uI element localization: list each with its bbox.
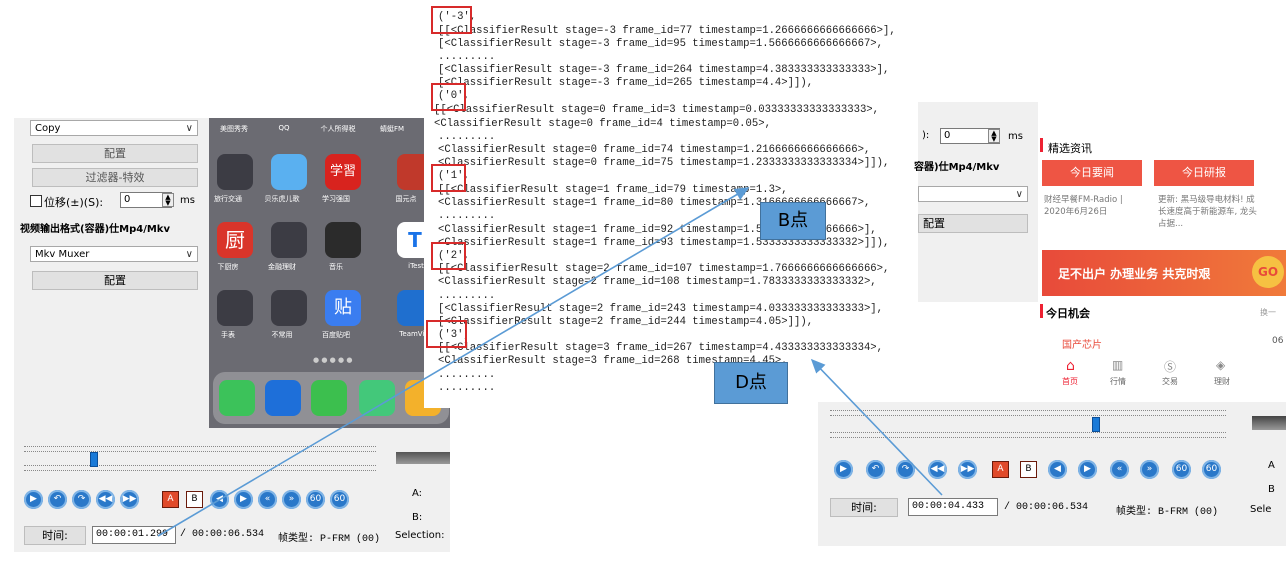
b-point-callout: B点	[760, 202, 826, 240]
arrow-to-d-point	[810, 358, 943, 496]
arrow-to-b-point	[157, 187, 750, 537]
d-point-callout: D点	[714, 362, 788, 404]
annotation-arrows	[157, 187, 943, 537]
